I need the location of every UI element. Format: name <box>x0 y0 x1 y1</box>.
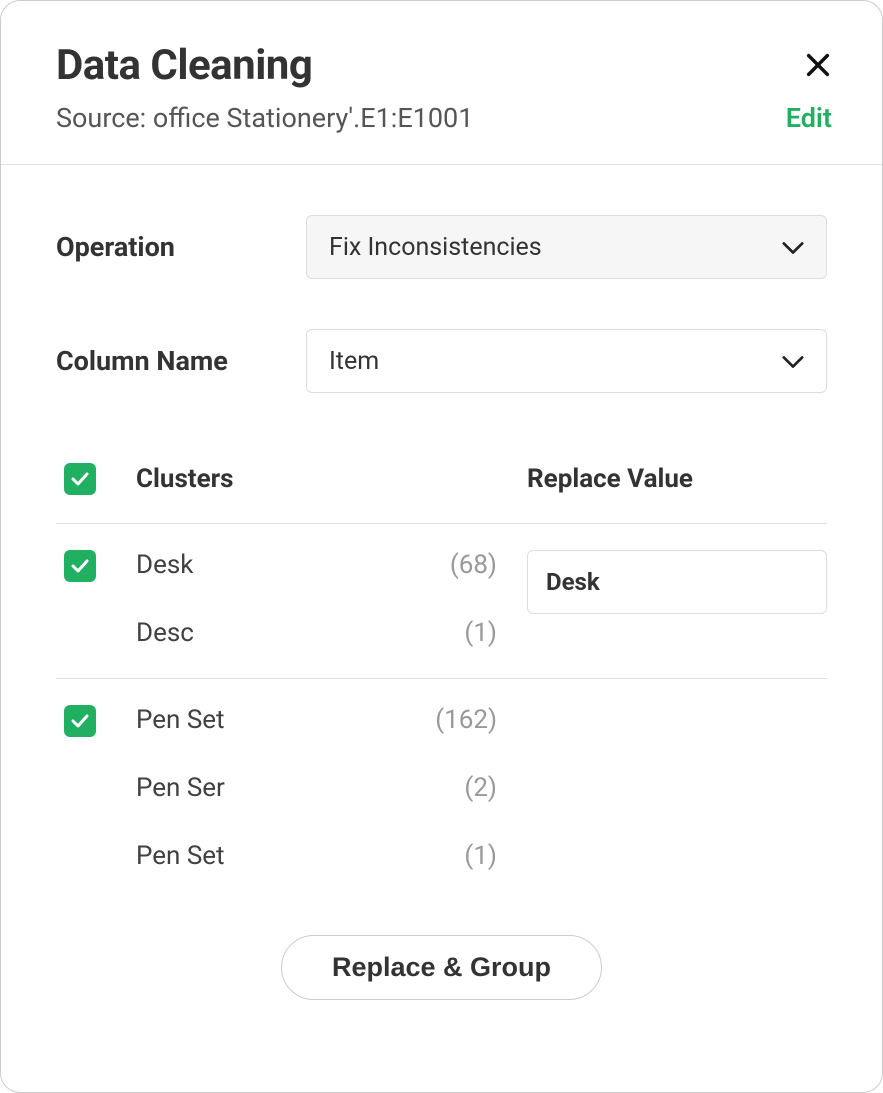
column-value: Item <box>329 347 379 376</box>
cluster-row: Desk (68) Desc (1) <box>56 524 827 679</box>
row-checkbox[interactable] <box>64 550 96 582</box>
dialog-footer: Replace & Group <box>56 901 827 1040</box>
cluster-item-name: Pen Ser <box>136 773 225 803</box>
replace-group-button[interactable]: Replace & Group <box>281 935 602 1000</box>
cluster-item-count: (162) <box>435 705 497 735</box>
row-checkbox[interactable] <box>64 705 96 737</box>
cluster-item-count: (1) <box>464 618 497 648</box>
cluster-item: Desc (1) <box>136 618 497 648</box>
cluster-item: Pen Set (162) <box>136 705 497 735</box>
dialog-title: Data Cleaning <box>56 41 312 90</box>
operation-label: Operation <box>56 231 306 263</box>
cluster-item-name: Desc <box>136 618 194 648</box>
cluster-item-count: (68) <box>450 550 497 580</box>
cluster-item: Pen Set (1) <box>136 841 497 871</box>
clusters-header: Clusters <box>136 464 527 494</box>
cluster-item: Pen Ser (2) <box>136 773 497 803</box>
dialog-header: Data Cleaning Source: office Stationery'… <box>1 1 882 165</box>
operation-row: Operation Fix Inconsistencies <box>56 215 827 279</box>
edit-link[interactable]: Edit <box>786 102 832 134</box>
column-row: Column Name Item <box>56 329 827 393</box>
cluster-item-count: (2) <box>464 773 497 803</box>
operation-value: Fix Inconsistencies <box>329 233 542 262</box>
chevron-down-icon <box>782 347 804 376</box>
source-label: Source: office Stationery'.E1:E1001 <box>56 102 473 134</box>
select-all-checkbox[interactable] <box>64 463 96 495</box>
operation-select[interactable]: Fix Inconsistencies <box>306 215 827 279</box>
cluster-row: Pen Set (162) Pen Ser (2) Pen Set (1) <box>56 679 827 901</box>
cluster-item-name: Pen Set <box>136 705 225 735</box>
column-label: Column Name <box>56 345 306 377</box>
cluster-item-count: (1) <box>464 841 497 871</box>
replace-header: Replace Value <box>527 464 827 494</box>
column-select[interactable]: Item <box>306 329 827 393</box>
clusters-table: Clusters Replace Value Desk (68) Desc (1… <box>56 443 827 901</box>
chevron-down-icon <box>782 233 804 262</box>
cluster-item-name: Desk <box>136 550 193 580</box>
table-header-row: Clusters Replace Value <box>56 443 827 524</box>
cluster-item: Desk (68) <box>136 550 497 580</box>
replace-value-input[interactable] <box>527 550 827 614</box>
cluster-item-name: Pen Set <box>136 841 225 871</box>
close-icon[interactable] <box>804 51 832 79</box>
